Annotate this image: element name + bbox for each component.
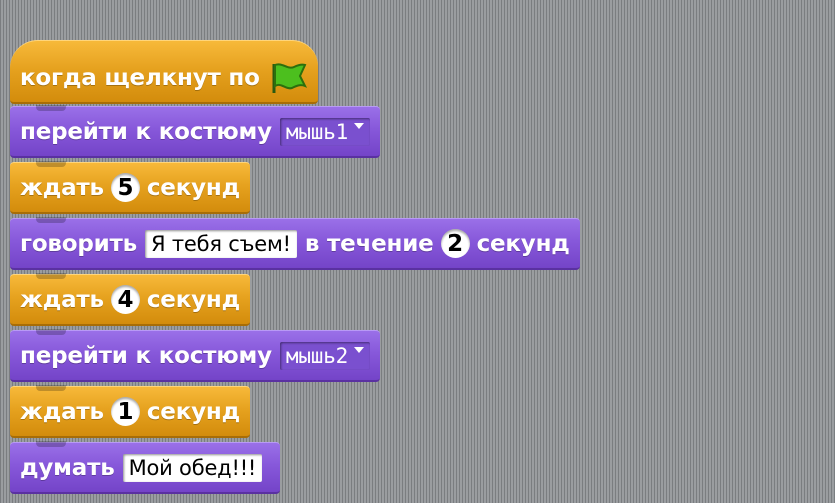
wait-block-3[interactable]: ждать 1 секунд [10, 385, 250, 438]
block-mid-label: в течение [304, 230, 434, 257]
block-unit-label: секунд [476, 230, 570, 257]
block-label: ждать [20, 286, 104, 313]
switch-costume-block-2[interactable]: перейти к костюму мышь2 [10, 329, 381, 382]
block-label: ждать [20, 398, 104, 425]
seconds-input[interactable]: 2 [440, 229, 470, 258]
costume-dropdown[interactable]: мышь2 [279, 341, 371, 370]
block-label: ждать [20, 174, 104, 201]
when-flag-clicked-block[interactable]: когда щелкнут по [10, 40, 318, 104]
block-label: думать [20, 454, 115, 481]
think-block[interactable]: думать Мой обед!!! [10, 441, 281, 494]
costume-dropdown[interactable]: мышь1 [279, 117, 371, 146]
block-label: перейти к костюму [20, 118, 272, 145]
green-flag-icon [272, 62, 307, 93]
wait-block-2[interactable]: ждать 4 секунд [10, 273, 250, 326]
think-text-input[interactable]: Мой обед!!! [122, 453, 263, 482]
dropdown-arrow-icon [354, 122, 365, 129]
seconds-input[interactable]: 1 [110, 397, 140, 426]
block-unit-label: секунд [146, 174, 240, 201]
seconds-input[interactable]: 4 [110, 285, 140, 314]
block-label: говорить [20, 230, 138, 257]
wait-block-1[interactable]: ждать 5 секунд [10, 161, 250, 214]
switch-costume-block-1[interactable]: перейти к костюму мышь1 [10, 105, 381, 158]
seconds-input[interactable]: 5 [110, 173, 140, 202]
say-for-secs-block[interactable]: говорить Я тебя съем! в течение 2 секунд [10, 217, 580, 270]
costume-dropdown-value: мышь2 [285, 343, 349, 368]
block-label: перейти к костюму [20, 342, 272, 369]
costume-dropdown-value: мышь1 [285, 119, 349, 144]
block-label: когда щелкнут по [20, 64, 260, 91]
block-unit-label: секунд [146, 398, 240, 425]
dropdown-arrow-icon [354, 346, 365, 353]
say-text-input[interactable]: Я тебя съем! [145, 229, 297, 258]
block-unit-label: секунд [146, 286, 240, 313]
